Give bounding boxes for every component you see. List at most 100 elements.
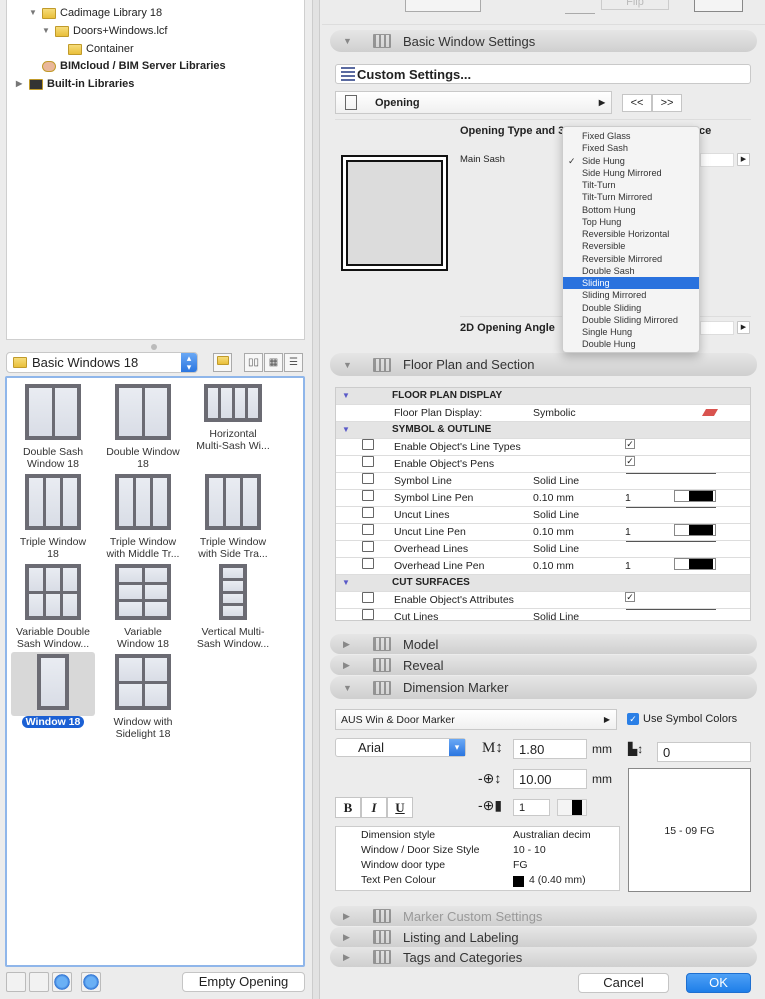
- library-item[interactable]: Vertical Multi- Sash Window...: [191, 562, 275, 650]
- menu-item[interactable]: Fixed Glass: [563, 130, 699, 142]
- cancel-button[interactable]: Cancel: [578, 973, 669, 993]
- section-dimension-marker[interactable]: ▼ Dimension Marker: [330, 676, 757, 699]
- line-type-sample[interactable]: [626, 507, 716, 508]
- tree-item[interactable]: Container: [55, 41, 134, 57]
- tree-item[interactable]: ▶ Built-in Libraries: [16, 76, 134, 92]
- font-select[interactable]: Arial ▾: [335, 738, 466, 757]
- pen-number[interactable]: 1: [625, 490, 631, 506]
- folder-select[interactable]: Basic Windows 18 ▴ ▾: [6, 352, 198, 373]
- menu-item[interactable]: Sliding: [563, 277, 699, 290]
- menu-item[interactable]: Side Hung Mirrored: [563, 167, 699, 179]
- pen-swatch[interactable]: [674, 558, 716, 570]
- checkbox[interactable]: ✓: [625, 592, 635, 602]
- library-item[interactable]: Window 18: [11, 652, 95, 728]
- checkbox[interactable]: ✓: [625, 456, 635, 466]
- marker-parameters-list[interactable]: Dimension style Australian decim Window / …: [335, 826, 620, 891]
- parameter-value[interactable]: Solid Line: [533, 541, 579, 557]
- small-icons-view-button[interactable]: ▦: [264, 353, 283, 372]
- library-item[interactable]: Triple Window with Side Tra...: [191, 472, 275, 560]
- parameter-value[interactable]: Solid Line: [533, 507, 579, 523]
- table-row[interactable]: Symbol Line Solid Line: [336, 473, 750, 490]
- marker-pen-input[interactable]: 1: [513, 799, 550, 816]
- parameter-value[interactable]: Symbolic: [533, 405, 576, 421]
- prev-page-button[interactable]: <<: [622, 94, 652, 112]
- table-row[interactable]: Cut Lines Solid Line: [336, 609, 750, 620]
- orientation-toggle[interactable]: [694, 0, 743, 12]
- bold-button[interactable]: B: [335, 797, 361, 818]
- marker-type-selector[interactable]: AUS Win & Door Marker ▶: [335, 709, 617, 730]
- expanded-triangle-icon[interactable]: ▼: [29, 5, 38, 21]
- large-icons-view-button[interactable]: ▯▯: [244, 353, 263, 372]
- section-listing-and-labeling[interactable]: ▶ Listing and Labeling: [330, 927, 757, 947]
- pen-number[interactable]: 1: [625, 524, 631, 540]
- expanded-triangle-icon[interactable]: ▼: [42, 23, 51, 39]
- splitter-handle[interactable]: [151, 344, 157, 350]
- table-row[interactable]: Floor Plan Display: Symbolic: [336, 405, 750, 422]
- menu-item[interactable]: Tilt-Turn Mirrored: [563, 191, 699, 203]
- line-type-sample[interactable]: [626, 541, 716, 542]
- menu-item[interactable]: Reversible Mirrored: [563, 253, 699, 265]
- library-item[interactable]: Double Sash Window 18: [11, 382, 95, 470]
- library-item[interactable]: Horizontal Multi-Sash Wi...: [191, 382, 275, 452]
- menu-item[interactable]: Fixed Sash: [563, 142, 699, 154]
- table-row[interactable]: Symbol Line Pen 0.10 mm 1: [336, 490, 750, 507]
- empty-opening-button[interactable]: Empty Opening: [182, 972, 305, 992]
- opening-type-menu[interactable]: Fixed Glass Fixed Sash ✓ Side Hung Side Hung…: [562, 126, 700, 353]
- section-model[interactable]: ▶ Model: [330, 634, 757, 654]
- pen-swatch[interactable]: [674, 524, 716, 536]
- section-floor-plan-and-section[interactable]: ▼ Floor Plan and Section: [330, 353, 757, 376]
- library-item[interactable]: Triple Window 18: [11, 472, 95, 560]
- anchor-selector[interactable]: [405, 0, 481, 12]
- opening-angle-arrow-button[interactable]: ▶: [737, 321, 750, 334]
- table-row[interactable]: Overhead Line Pen 0.10 mm 1: [336, 558, 750, 575]
- tree-item[interactable]: ▼ Doors+Windows.lcf: [42, 23, 167, 39]
- library-manager-icon[interactable]: [6, 972, 26, 992]
- section-tags-and-categories[interactable]: ▶ Tags and Categories: [330, 947, 757, 967]
- library-item[interactable]: Variable Double Sash Window...: [11, 562, 95, 650]
- upload-globe-icon[interactable]: [81, 972, 101, 992]
- collapse-triangle-icon[interactable]: ▼: [342, 388, 350, 404]
- library-items-grid[interactable]: Double Sash Window 18 Double Window 18 Horiz…: [5, 376, 305, 967]
- table-row[interactable]: Enable Object's Line Types ✓: [336, 439, 750, 456]
- menu-item[interactable]: Double Sash: [563, 265, 699, 277]
- list-view-button[interactable]: ☰: [284, 353, 303, 372]
- menu-item[interactable]: Sliding Mirrored: [563, 289, 699, 301]
- main-sash-arrow-button[interactable]: ▶: [737, 153, 750, 166]
- parameter-value[interactable]: 0.10 mm: [533, 490, 574, 506]
- table-row[interactable]: Enable Object's Attributes ✓: [336, 592, 750, 609]
- collapse-triangle-icon[interactable]: ▼: [342, 575, 350, 591]
- collapsed-triangle-icon[interactable]: ▶: [16, 76, 25, 92]
- marker-parameter-row[interactable]: Dimension style Australian decim: [336, 829, 619, 844]
- menu-item[interactable]: Double Sliding Mirrored: [563, 314, 699, 326]
- menu-item[interactable]: Double Hung: [563, 338, 699, 350]
- marker-parameter-row[interactable]: Window door type FG: [336, 859, 619, 874]
- table-group-header[interactable]: ▼ FLOOR PLAN DISPLAY: [336, 388, 750, 405]
- parameter-value[interactable]: 0.10 mm: [533, 524, 574, 540]
- parameter-value[interactable]: 0.10 mm: [533, 558, 574, 574]
- checkbox[interactable]: ✓: [625, 439, 635, 449]
- tree-item[interactable]: BIMcloud / BIM Server Libraries: [29, 58, 226, 74]
- library-tree[interactable]: ▼ Cadimage Library 18 ▼ Doors+Windows.lcf Co…: [6, 0, 305, 340]
- panel-divider[interactable]: [312, 0, 320, 999]
- menu-item[interactable]: Reversible Horizontal: [563, 228, 699, 240]
- flip-button[interactable]: Flip: [601, 0, 669, 10]
- marker-parameter-row[interactable]: Text Pen Colour 4 (0.40 mm): [336, 874, 619, 889]
- parameter-value[interactable]: Solid Line: [533, 473, 579, 489]
- custom-settings-field[interactable]: Custom Settings...: [335, 64, 751, 84]
- next-page-button[interactable]: >>: [652, 94, 682, 112]
- main-sash-field[interactable]: [700, 153, 734, 167]
- menu-item[interactable]: Bottom Hung: [563, 204, 699, 216]
- library-item[interactable]: Double Window 18: [101, 382, 185, 470]
- page-selector[interactable]: Opening ▶: [335, 91, 612, 114]
- italic-button[interactable]: I: [361, 797, 387, 818]
- section-marker-custom-settings[interactable]: ▶ Marker Custom Settings: [330, 906, 757, 926]
- table-row[interactable]: Uncut Lines Solid Line: [336, 507, 750, 524]
- library-item[interactable]: Variable Window 18: [101, 562, 185, 650]
- table-row[interactable]: Uncut Line Pen 0.10 mm 1: [336, 524, 750, 541]
- menu-item[interactable]: Double Sliding: [563, 302, 699, 314]
- pen-number[interactable]: 1: [625, 558, 631, 574]
- underline-button[interactable]: U: [387, 797, 413, 818]
- menu-item[interactable]: Top Hung: [563, 216, 699, 228]
- marker-size-input[interactable]: 10.00: [513, 769, 587, 789]
- marker-parameter-row[interactable]: Window / Door Size Style 10 - 10: [336, 844, 619, 859]
